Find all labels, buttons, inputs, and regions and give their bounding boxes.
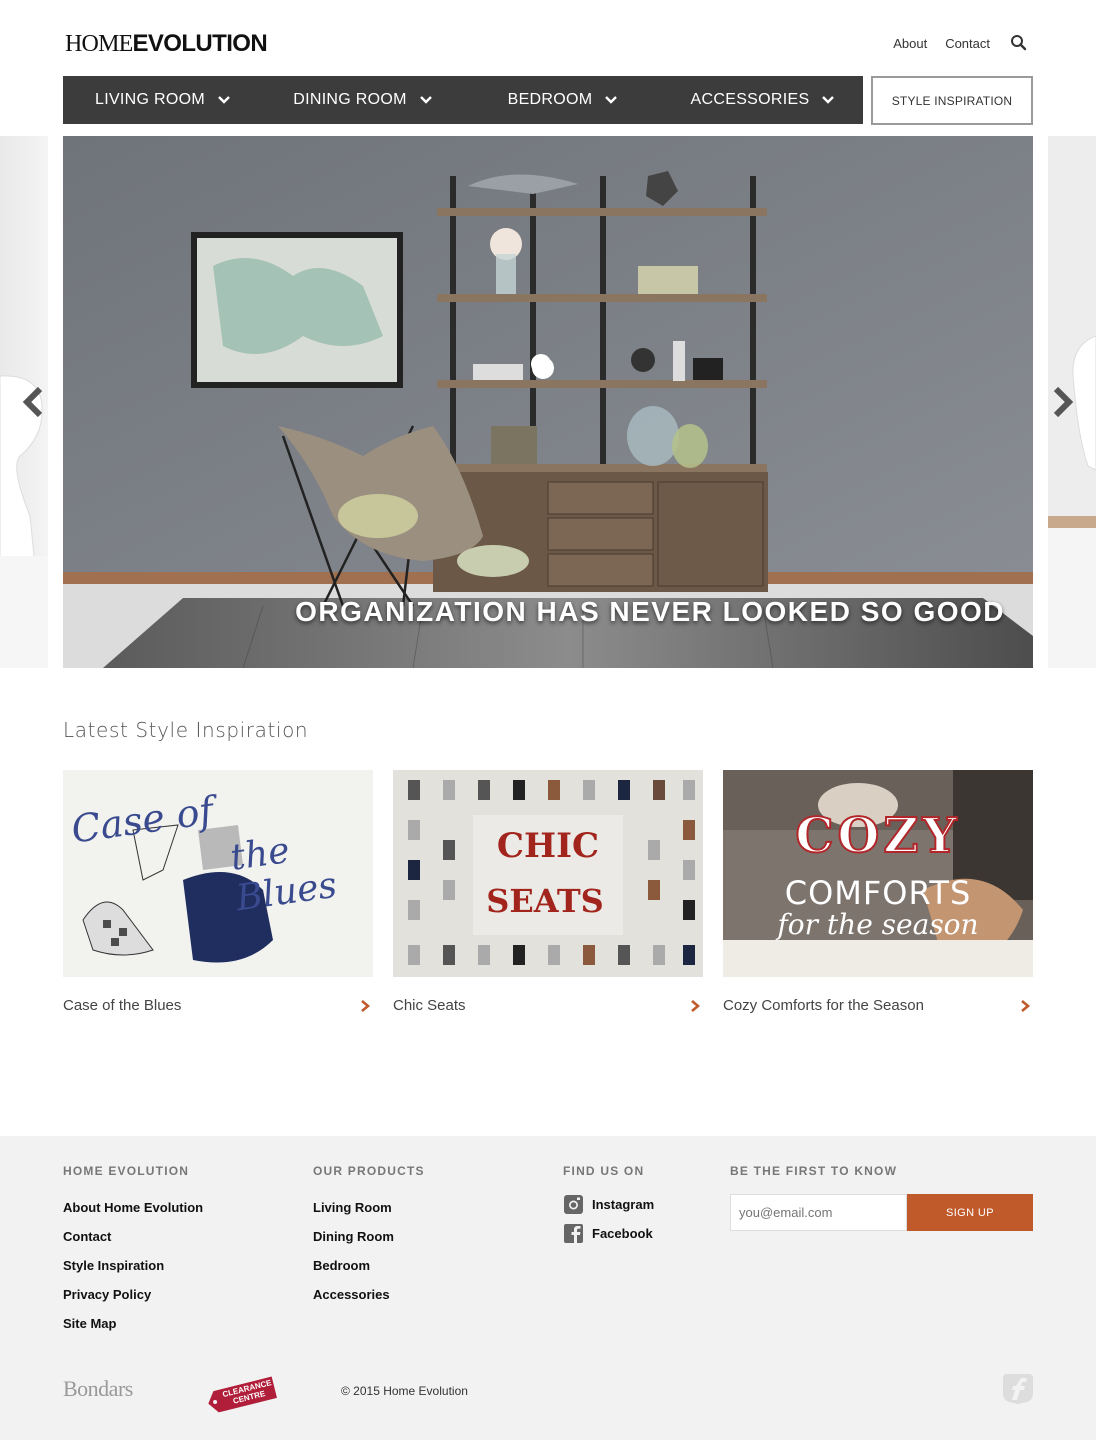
card-thumbnail[interactable]: Case of the Blues bbox=[63, 770, 373, 977]
instagram-icon bbox=[564, 1194, 583, 1214]
card-art-line2: SEATS bbox=[486, 882, 604, 920]
footer-heading: OUR PRODUCTS bbox=[313, 1164, 425, 1178]
footer-link[interactable]: Site Map bbox=[63, 1316, 203, 1332]
copyright: © 2015 Home Evolution bbox=[341, 1384, 468, 1398]
footer-col-products: OUR PRODUCTS Living Room Dining Room Bed… bbox=[313, 1164, 425, 1316]
hero-caption: ORGANIZATION HAS NEVER LOOKED SO GOOD bbox=[295, 596, 1005, 627]
inspiration-card-cozy-comforts[interactable]: COZY COMFORTS for the season Cozy Comfor… bbox=[723, 770, 1033, 1014]
clearance-centre-logo[interactable]: CLEARANCE CENTRE bbox=[205, 1372, 281, 1421]
logo[interactable]: HOMEEVOLUTION bbox=[65, 30, 268, 58]
footer-link[interactable]: Privacy Policy bbox=[63, 1287, 203, 1303]
card-label: Case of the Blues bbox=[63, 997, 182, 1014]
chevron-right-icon bbox=[691, 999, 701, 1012]
chevron-down-icon bbox=[605, 96, 618, 104]
about-link[interactable]: About bbox=[893, 36, 927, 51]
card-label: Cozy Comforts for the Season bbox=[723, 997, 924, 1014]
footer-link[interactable]: Contact bbox=[63, 1229, 203, 1245]
nav-item-label: BEDROOM bbox=[507, 91, 593, 108]
footer: HOME EVOLUTION About Home Evolution Cont… bbox=[0, 1136, 1096, 1440]
footer-link[interactable]: About Home Evolution bbox=[63, 1200, 203, 1216]
footer-link[interactable]: Dining Room bbox=[313, 1229, 425, 1245]
nav-item-bedroom[interactable]: BEDROOM bbox=[463, 76, 663, 124]
chevron-right-icon bbox=[361, 999, 371, 1012]
search-icon[interactable] bbox=[1010, 34, 1028, 52]
nav-item-living-room[interactable]: LIVING ROOM bbox=[63, 76, 263, 124]
nav-item-accessories[interactable]: ACCESSORIES bbox=[663, 76, 863, 124]
footer-heading: FIND US ON bbox=[563, 1164, 645, 1178]
card-art-line1: COZY bbox=[794, 807, 961, 865]
header: HOMEEVOLUTION About Contact bbox=[0, 0, 1096, 76]
facebook-icon bbox=[564, 1223, 583, 1244]
brand-mark-icon bbox=[1003, 1372, 1033, 1409]
sign-up-button[interactable]: SIGN UP bbox=[907, 1194, 1033, 1231]
chevron-down-icon bbox=[822, 96, 835, 104]
footer-link[interactable]: Accessories bbox=[313, 1287, 425, 1303]
email-field[interactable] bbox=[730, 1194, 907, 1231]
top-links: About Contact bbox=[893, 34, 1028, 52]
card-caption[interactable]: Cozy Comforts for the Season bbox=[723, 997, 1033, 1014]
hero-image bbox=[63, 136, 1033, 668]
chevron-right-icon bbox=[1021, 999, 1031, 1012]
card-label: Chic Seats bbox=[393, 997, 466, 1014]
carousel-next-button[interactable] bbox=[1052, 386, 1074, 418]
inspiration-card-chic-seats[interactable]: CHIC SEATS Chic Seats bbox=[393, 770, 703, 1014]
footer-heading: HOME EVOLUTION bbox=[63, 1164, 190, 1178]
nav-item-label: DINING ROOM bbox=[293, 91, 407, 108]
card-caption[interactable]: Chic Seats bbox=[393, 997, 703, 1014]
card-art-line3: for the season bbox=[777, 908, 979, 941]
instagram-label: Instagram bbox=[592, 1196, 655, 1212]
carousel-prev-button[interactable] bbox=[22, 386, 44, 418]
footer-link[interactable]: Style Inspiration bbox=[63, 1258, 203, 1274]
chevron-right-icon bbox=[1053, 386, 1074, 418]
card-caption[interactable]: Case of the Blues bbox=[63, 997, 373, 1014]
logo-part1: HOME bbox=[65, 31, 133, 57]
inspiration-card-blues[interactable]: Case of the Blues Case of the Blues bbox=[63, 770, 373, 1014]
footer-heading: BE THE FIRST TO KNOW bbox=[730, 1164, 898, 1178]
card-thumbnail[interactable]: CHIC SEATS bbox=[393, 770, 703, 977]
footer-col-social: FIND US ON Instagram Facebook bbox=[563, 1164, 654, 1254]
main-nav: LIVING ROOM DINING ROOM BEDROOM ACCESSOR… bbox=[63, 76, 863, 124]
style-inspiration-button[interactable]: STYLE INSPIRATION bbox=[871, 76, 1033, 125]
chevron-down-icon bbox=[218, 96, 230, 104]
instagram-link[interactable]: Instagram bbox=[563, 1194, 655, 1214]
nav-item-dining-room[interactable]: DINING ROOM bbox=[263, 76, 463, 124]
chevron-down-icon bbox=[419, 96, 432, 104]
nav-item-label: LIVING ROOM bbox=[95, 91, 205, 108]
contact-link[interactable]: Contact bbox=[945, 36, 990, 51]
logo-part2: EVOLUTION bbox=[132, 30, 268, 57]
footer-link[interactable]: Living Room bbox=[313, 1200, 425, 1216]
card-art-line1: CHIC bbox=[496, 826, 600, 866]
footer-col-newsletter: BE THE FIRST TO KNOW bbox=[730, 1164, 897, 1178]
card-art-line2: COMFORTS bbox=[784, 874, 972, 912]
section-title: Latest Style Inspiration bbox=[63, 718, 309, 742]
facebook-link[interactable]: Facebook bbox=[563, 1223, 654, 1244]
card-thumbnail[interactable]: COZY COMFORTS for the season bbox=[723, 770, 1033, 977]
footer-link[interactable]: Bedroom bbox=[313, 1258, 425, 1274]
chevron-left-icon bbox=[22, 386, 43, 418]
footer-col-home-evolution: HOME EVOLUTION About Home Evolution Cont… bbox=[63, 1164, 203, 1345]
nav-item-label: ACCESSORIES bbox=[690, 91, 810, 108]
bondars-logo[interactable]: Bondars bbox=[63, 1376, 133, 1402]
facebook-label: Facebook bbox=[592, 1225, 653, 1241]
hero-slide[interactable]: ORGANIZATION HAS NEVER LOOKED SO GOOD bbox=[63, 136, 1033, 668]
